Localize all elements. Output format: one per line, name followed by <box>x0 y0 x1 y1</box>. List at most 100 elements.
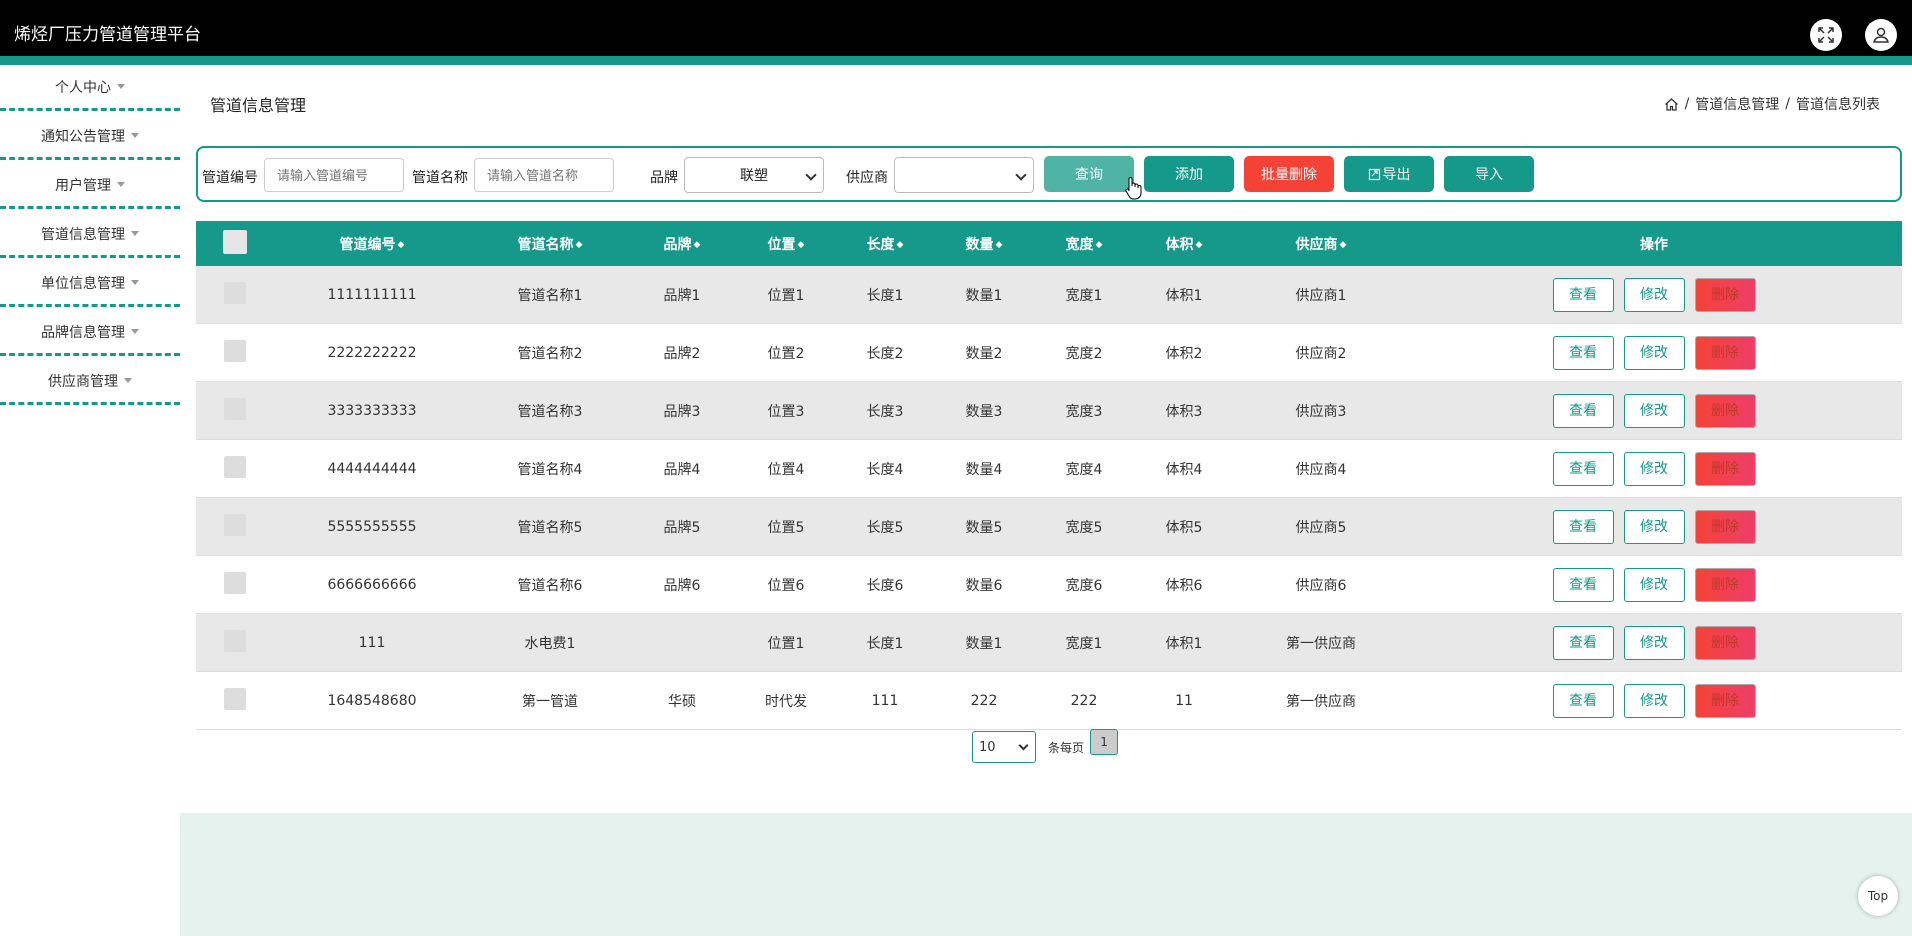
column-header-position[interactable]: 位置 ◆ <box>734 221 838 266</box>
caret-down-icon <box>131 280 139 285</box>
table-cell: 位置2 <box>734 323 838 382</box>
table-cell: 3333333333 <box>274 381 470 440</box>
fullscreen-button[interactable] <box>1810 19 1842 51</box>
name-search-input[interactable] <box>474 158 614 192</box>
add-button[interactable]: 添加 <box>1144 156 1234 192</box>
table-cell: 宽度1 <box>1036 613 1132 672</box>
delete-button[interactable]: 删除 <box>1694 335 1756 370</box>
pagination: 10 条每页 1 <box>972 729 1119 763</box>
column-header-code[interactable]: 管道编号 ◆ <box>274 221 470 266</box>
view-button[interactable]: 查看 <box>1552 277 1614 312</box>
sidebar-item-users[interactable]: 用户管理 <box>0 163 180 209</box>
row-checkbox[interactable] <box>224 571 246 594</box>
table-cell: 体积5 <box>1132 497 1236 556</box>
column-header-label: 供应商 <box>1295 236 1338 253</box>
table-cell: 111 <box>274 613 470 672</box>
delete-button[interactable]: 删除 <box>1694 451 1756 486</box>
import-button[interactable]: 导入 <box>1444 156 1534 192</box>
column-header-quantity[interactable]: 数量 ◆ <box>932 221 1036 266</box>
table-cell: 长度5 <box>838 497 932 556</box>
row-checkbox[interactable] <box>224 397 246 420</box>
breadcrumb-separator: / <box>1684 96 1690 112</box>
table-cell: 华硕 <box>630 671 734 730</box>
view-button[interactable]: 查看 <box>1552 625 1614 660</box>
edit-button[interactable]: 修改 <box>1623 393 1685 428</box>
column-header-label: 管道名称 <box>517 236 574 253</box>
view-button[interactable]: 查看 <box>1552 335 1614 370</box>
select-all-checkbox[interactable] <box>223 229 247 254</box>
edit-button[interactable]: 修改 <box>1623 277 1685 312</box>
back-to-top-button[interactable]: Top <box>1858 876 1898 916</box>
row-checkbox[interactable] <box>224 281 246 304</box>
table-cell: 第一管道 <box>470 671 630 730</box>
sort-icon: ◆ <box>896 239 904 250</box>
table-cell: 数量2 <box>932 323 1036 382</box>
view-button[interactable]: 查看 <box>1552 509 1614 544</box>
footer-band <box>180 813 1912 936</box>
view-button[interactable]: 查看 <box>1552 683 1614 718</box>
fullscreen-icon <box>1818 27 1834 43</box>
table-cell: 位置4 <box>734 439 838 498</box>
view-button[interactable]: 查看 <box>1552 567 1614 602</box>
edit-button[interactable]: 修改 <box>1623 683 1685 718</box>
batch-delete-button[interactable]: 批量删除 <box>1244 156 1334 192</box>
edit-button[interactable]: 修改 <box>1623 567 1685 602</box>
delete-button[interactable]: 删除 <box>1694 683 1756 718</box>
batch-delete-button-label: 批量删除 <box>1261 167 1317 183</box>
table-cell: 11 <box>1132 671 1236 730</box>
edit-button[interactable]: 修改 <box>1623 335 1685 370</box>
table-cell: 位置1 <box>734 613 838 672</box>
sidebar-item-label: 用户管理 <box>55 177 111 194</box>
breadcrumb-level1[interactable]: 管道信息管理 <box>1695 94 1779 114</box>
table-cell: 宽度5 <box>1036 497 1132 556</box>
table-row: 1111111111 管道名称1 品牌1 位置1 长度1 数量1 宽度1 体积1 供应商1 查看修… <box>196 266 1902 324</box>
table-cell: 2222222222 <box>274 323 470 382</box>
row-select-cell <box>196 497 274 556</box>
sidebar-item-pipeline[interactable]: 管道信息管理 <box>0 212 180 258</box>
row-checkbox[interactable] <box>224 339 246 362</box>
column-header-name[interactable]: 管道名称 ◆ <box>470 221 630 266</box>
table-cell: 品牌1 <box>630 266 734 324</box>
brand-select[interactable]: 联塑 <box>684 157 824 193</box>
caret-down-icon <box>131 329 139 334</box>
column-header-length[interactable]: 长度 ◆ <box>838 221 932 266</box>
table-cell: 水电费1 <box>470 613 630 672</box>
row-checkbox[interactable] <box>224 687 246 710</box>
query-button[interactable]: 查询 <box>1044 156 1134 192</box>
sort-icon: ◆ <box>397 239 405 250</box>
user-avatar-button[interactable] <box>1865 19 1897 51</box>
table-cell: 品牌3 <box>630 381 734 440</box>
table-cell: 管道名称2 <box>470 323 630 382</box>
supplier-select[interactable] <box>894 157 1034 193</box>
sidebar-item-personal-center[interactable]: 个人中心 <box>0 65 180 111</box>
sidebar-item-unit[interactable]: 单位信息管理 <box>0 261 180 307</box>
export-button[interactable]: 导出 <box>1344 156 1434 192</box>
row-checkbox[interactable] <box>224 629 246 652</box>
sidebar-item-label: 通知公告管理 <box>41 128 125 145</box>
column-header-actions: 操作 <box>1406 221 1902 266</box>
column-header-width[interactable]: 宽度 ◆ <box>1036 221 1132 266</box>
view-button[interactable]: 查看 <box>1552 393 1614 428</box>
sidebar-item-notice[interactable]: 通知公告管理 <box>0 114 180 160</box>
sidebar-item-brand[interactable]: 品牌信息管理 <box>0 310 180 356</box>
table-cell <box>630 613 734 672</box>
column-header-volume[interactable]: 体积 ◆ <box>1132 221 1236 266</box>
page-size-select[interactable]: 10 <box>972 731 1036 763</box>
row-checkbox[interactable] <box>224 513 246 536</box>
edit-button[interactable]: 修改 <box>1623 509 1685 544</box>
delete-button[interactable]: 删除 <box>1694 277 1756 312</box>
sidebar-item-supplier[interactable]: 供应商管理 <box>0 359 180 405</box>
column-header-supplier[interactable]: 供应商 ◆ <box>1236 221 1406 266</box>
delete-button[interactable]: 删除 <box>1694 393 1756 428</box>
code-search-input[interactable] <box>264 158 404 192</box>
row-checkbox[interactable] <box>224 455 246 478</box>
delete-button[interactable]: 删除 <box>1694 509 1756 544</box>
delete-button[interactable]: 删除 <box>1694 567 1756 602</box>
page-button-current[interactable]: 1 <box>1090 729 1119 755</box>
home-icon[interactable] <box>1664 97 1679 112</box>
column-header-brand[interactable]: 品牌 ◆ <box>630 221 734 266</box>
delete-button[interactable]: 删除 <box>1694 625 1756 660</box>
view-button[interactable]: 查看 <box>1552 451 1614 486</box>
edit-button[interactable]: 修改 <box>1623 451 1685 486</box>
edit-button[interactable]: 修改 <box>1623 625 1685 660</box>
